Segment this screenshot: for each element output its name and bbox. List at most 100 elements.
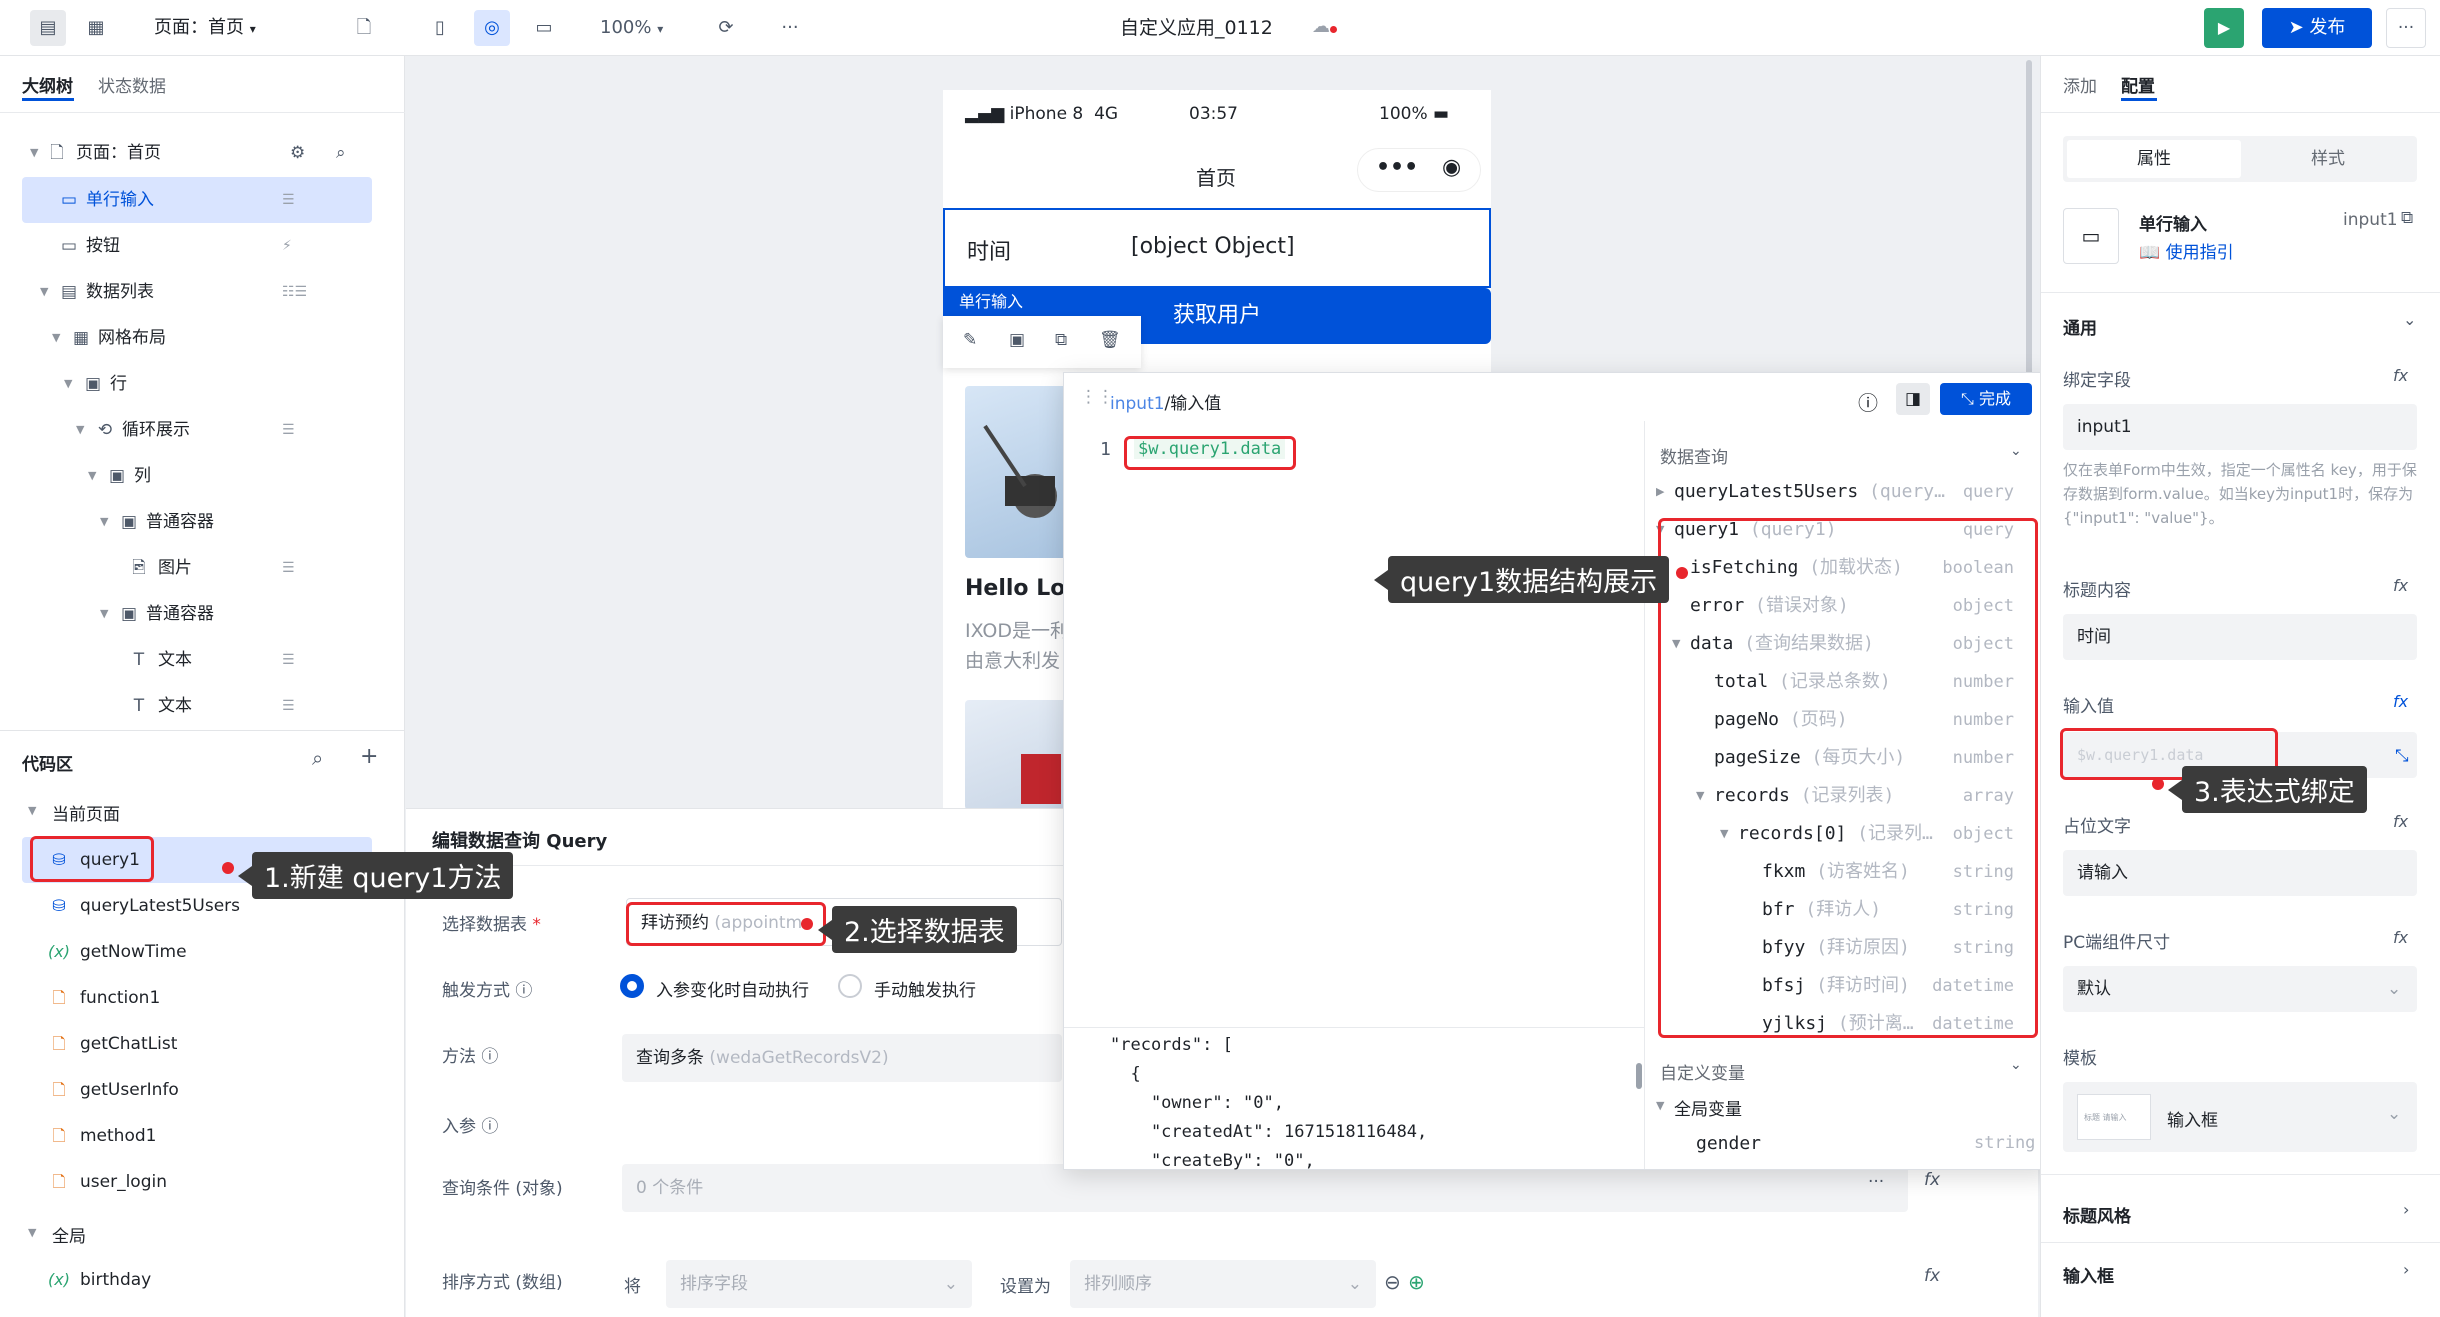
page-select[interactable]: 页面：首页 ▾	[154, 10, 256, 46]
fx-icon[interactable]: fx	[2393, 366, 2408, 385]
component-icon: ▭	[2063, 208, 2119, 264]
input-component-selected[interactable]: 时间 [object Object]	[943, 208, 1491, 288]
size-select[interactable]: 默认 ⌄	[2063, 966, 2417, 1012]
chevron-down-icon[interactable]: ⌄	[2010, 443, 2022, 459]
copy-icon[interactable]: ⧉	[1055, 330, 1067, 350]
tree-item-page[interactable]: ▼ 🗋 页面：首页 ⚙ ⌕	[0, 130, 405, 176]
title-input[interactable]: 时间	[2063, 614, 2417, 660]
tree-item-image[interactable]: 🖻 图片 ☰	[0, 545, 405, 591]
method-select[interactable]: 查询多条 (wedaGetRecordsV2)	[622, 1034, 1062, 1082]
responsive-view-icon[interactable]: ◎	[474, 10, 510, 46]
panel-toggle-icon[interactable]: ◨	[1896, 383, 1930, 415]
chevron-right-icon[interactable]: ›	[2403, 1200, 2409, 1219]
mobile-view-icon[interactable]: ▯	[422, 10, 458, 46]
search-icon[interactable]: ⌕	[312, 746, 323, 770]
add-icon[interactable]: +	[360, 744, 378, 769]
desktop-view-icon[interactable]: ▭	[526, 10, 562, 46]
delete-icon[interactable]: 🗑	[1099, 330, 1121, 350]
tree-item-grid[interactable]: ▼ ▦ 网格布局	[0, 315, 405, 361]
tree-item-input[interactable]: ▭ 单行输入 ☰	[22, 177, 372, 223]
edit-icon[interactable]: ✎	[963, 330, 977, 350]
tab-state-data[interactable]: 状态数据	[98, 72, 166, 97]
bind-field-input[interactable]: input1	[2063, 404, 2417, 450]
tree-item-text[interactable]: T 文本 ☰	[0, 683, 405, 729]
zoom-select[interactable]: 100% ▾	[600, 10, 663, 46]
tree-item-container[interactable]: ▼ ▣ 普通容器	[0, 591, 405, 637]
code-item-variable[interactable]: (x) getNowTime	[0, 929, 405, 975]
radio-auto[interactable]	[620, 974, 644, 998]
tree-item-row[interactable]: ▼ ▣ 行	[0, 361, 405, 407]
tree-item-button[interactable]: ▭ 按钮 ⚡	[0, 223, 405, 269]
tab-outline[interactable]: 大纲树	[22, 72, 73, 97]
tree-row-query[interactable]: ▶ queryLatest5Users (query… query	[1646, 473, 2026, 511]
highlight-data-structure	[1658, 518, 2038, 1038]
fx-icon[interactable]: fx	[2393, 812, 2408, 831]
code-item-function[interactable]: 🗋 getChatList	[0, 1021, 405, 1067]
more-icon[interactable]: ···	[772, 10, 808, 46]
save-icon[interactable]: ▣	[1009, 330, 1025, 350]
var-gender[interactable]: gender	[1696, 1133, 1761, 1154]
fx-icon[interactable]: fx	[1924, 1170, 1940, 1190]
tree-item-column[interactable]: ▼ ▣ 列	[0, 453, 405, 499]
chevron-down-icon[interactable]: ⌄	[2010, 1057, 2022, 1073]
marker-dot	[801, 918, 813, 930]
help-icon[interactable]: ⓘ	[481, 1117, 498, 1137]
chevron-right-icon[interactable]: ›	[2403, 1260, 2409, 1279]
segment-attributes[interactable]: 属性	[2067, 140, 2241, 178]
json-scrollbar[interactable]	[1636, 1063, 1642, 1089]
tree-item-text[interactable]: T 文本 ☰	[0, 637, 405, 683]
help-icon[interactable]: ⓘ	[515, 981, 532, 1001]
layout-view-icon[interactable]: ▦	[78, 10, 114, 46]
mini-program-capsule[interactable]: ••• ◉	[1357, 148, 1481, 192]
tree-item-loop[interactable]: ▼ ⟲ 循环展示 ☰	[0, 407, 405, 453]
fx-icon[interactable]: fx	[2393, 576, 2408, 595]
placeholder-input[interactable]: 请输入	[2063, 850, 2417, 896]
tab-config[interactable]: 配置	[2121, 72, 2155, 97]
code-item-variable[interactable]: (x) birthday	[0, 1257, 405, 1303]
tab-add[interactable]: 添加	[2063, 72, 2097, 97]
code-item-function[interactable]: 🗋 function1	[0, 975, 405, 1021]
fx-icon[interactable]: fx	[2393, 692, 2408, 711]
new-page-icon[interactable]: 🗋	[346, 10, 382, 46]
tree-item-datalist[interactable]: ▼ ▤ 数据列表 ☷☰	[0, 269, 405, 315]
section-data-query[interactable]: 数据查询	[1660, 443, 1728, 468]
close-target-icon[interactable]: ◉	[1442, 155, 1461, 180]
tree-item-container[interactable]: ▼ ▣ 普通容器	[0, 499, 405, 545]
help-icon[interactable]: ⓘ	[1858, 387, 1878, 416]
fx-icon[interactable]: fx	[2393, 928, 2408, 947]
code-item-function[interactable]: 🗋 user_login	[0, 1159, 405, 1205]
search-icon[interactable]: ⌕	[336, 130, 346, 176]
more-icon[interactable]: ···	[1868, 1172, 1884, 1192]
usage-guide-link[interactable]: 📖 使用指引	[2139, 238, 2234, 263]
settings-icon[interactable]: ⚙	[290, 130, 305, 176]
section-title-style[interactable]: 标题风格	[2063, 1202, 2131, 1227]
copy-icon[interactable]: ⧉	[2401, 208, 2413, 228]
section-custom-vars[interactable]: 自定义变量	[1660, 1059, 1745, 1084]
code-item-function[interactable]: 🗋 method1	[0, 1113, 405, 1159]
section-general[interactable]: 通用	[2063, 314, 2097, 339]
remove-circle-icon[interactable]: ⊖	[1384, 1270, 1401, 1294]
radio-manual[interactable]	[838, 974, 862, 998]
done-button[interactable]: ⤡ 完成	[1940, 383, 2032, 415]
global-group[interactable]: 全局	[52, 1222, 86, 1247]
help-icon[interactable]: ⓘ	[481, 1047, 498, 1067]
sort-order-select[interactable]: 排列顺序 ⌄	[1070, 1260, 1376, 1308]
preview-play-button[interactable]: ▶	[2204, 8, 2244, 48]
section-input-box[interactable]: 输入框	[2063, 1262, 2114, 1287]
segment-style[interactable]: 样式	[2241, 140, 2415, 178]
publish-button[interactable]: ➤ 发布	[2262, 8, 2372, 48]
add-circle-icon[interactable]: ⊕	[1408, 1270, 1425, 1294]
more-icon[interactable]: •••	[1376, 155, 1418, 180]
expand-icon[interactable]: ⤡	[2395, 746, 2409, 766]
refresh-icon[interactable]: ⟳	[708, 10, 744, 46]
sort-field-select[interactable]: 排序字段 ⌄	[666, 1260, 972, 1308]
template-select[interactable]: 标题 请输入 输入框 ⌄	[2063, 1082, 2417, 1152]
chevron-down-icon[interactable]: ⌄	[2403, 310, 2416, 329]
code-item-function[interactable]: 🗋 getUserInfo	[0, 1067, 405, 1113]
current-page-group[interactable]: 当前页面	[52, 800, 120, 825]
drag-handle-icon[interactable]: ⋮⋮	[1080, 387, 1114, 407]
global-vars[interactable]: 全局变量	[1674, 1095, 1742, 1120]
more-actions-button[interactable]: ···	[2386, 8, 2426, 48]
outline-view-icon[interactable]: ▤	[30, 10, 66, 46]
fx-icon[interactable]: fx	[1924, 1266, 1940, 1286]
